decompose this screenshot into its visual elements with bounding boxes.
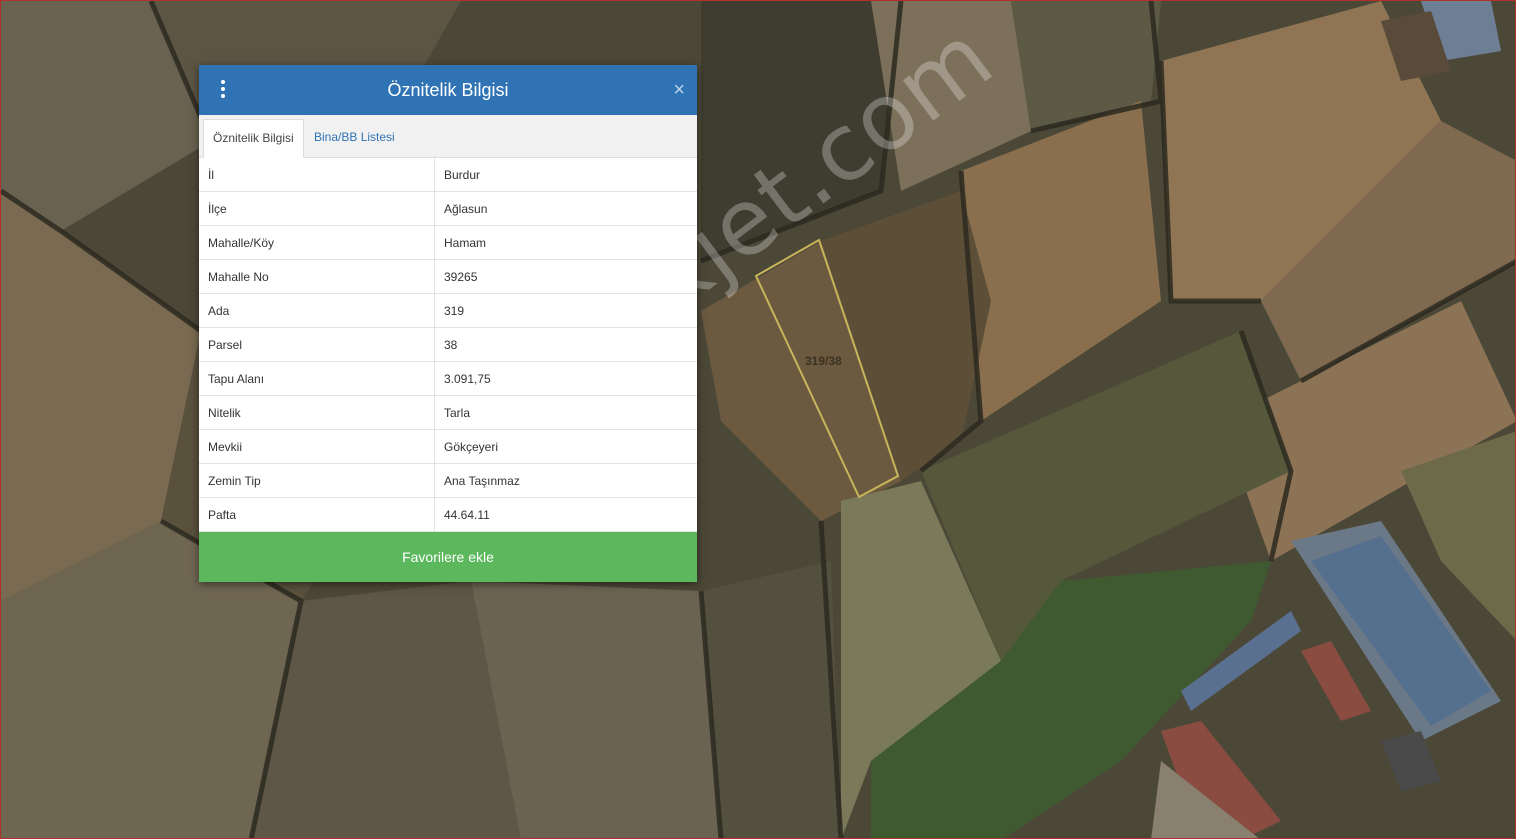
tab-building-list[interactable]: Bina/BB Listesi <box>305 119 404 156</box>
table-row: İl Burdur <box>199 158 697 192</box>
parcel-label: 319/38 <box>805 354 842 368</box>
row-key: Nitelik <box>199 395 435 430</box>
attribute-table: İl Burdur İlçe Ağlasun Mahalle/Köy Hamam Ma… <box>199 158 697 532</box>
close-icon[interactable]: × <box>673 78 685 102</box>
row-key: Tapu Alanı <box>199 361 435 396</box>
tab-bar: Öznitelik Bilgisi Bina/BB Listesi <box>199 115 697 158</box>
row-value: Gökçeyeri <box>434 429 697 464</box>
table-row: Mahalle/Köy Hamam <box>199 225 697 260</box>
row-key: Mahalle No <box>199 259 435 294</box>
row-key: Mevkii <box>199 429 435 464</box>
row-value: 319 <box>434 293 697 328</box>
table-row: İlçe Ağlasun <box>199 191 697 226</box>
row-value: Ağlasun <box>434 191 697 226</box>
row-key: İl <box>199 158 435 192</box>
add-to-favorites-button[interactable]: Favorilere ekle <box>199 532 697 582</box>
row-key: Ada <box>199 293 435 328</box>
attribute-info-panel: Öznitelik Bilgisi × Öznitelik Bilgisi Bi… <box>199 65 697 582</box>
row-value: 44.64.11 <box>434 497 697 532</box>
table-row: Mevkii Gökçeyeri <box>199 429 697 464</box>
row-value: 38 <box>434 327 697 362</box>
table-row: Nitelik Tarla <box>199 395 697 430</box>
row-value: Burdur <box>434 158 697 192</box>
panel-header: Öznitelik Bilgisi × <box>199 65 697 115</box>
row-value: Hamam <box>434 225 697 260</box>
row-value: 3.091,75 <box>434 361 697 396</box>
table-row: Tapu Alanı 3.091,75 <box>199 361 697 396</box>
tab-attribute-info[interactable]: Öznitelik Bilgisi <box>203 119 304 158</box>
row-value: 39265 <box>434 259 697 294</box>
table-row: Ada 319 <box>199 293 697 328</box>
table-row: Zemin Tip Ana Taşınmaz <box>199 463 697 498</box>
row-key: Pafta <box>199 497 435 532</box>
row-key: İlçe <box>199 191 435 226</box>
row-key: Parsel <box>199 327 435 362</box>
row-value: Ana Taşınmaz <box>434 463 697 498</box>
table-row: Parsel 38 <box>199 327 697 362</box>
table-row: Mahalle No 39265 <box>199 259 697 294</box>
panel-title: Öznitelik Bilgisi <box>387 80 509 100</box>
row-key: Mahalle/Köy <box>199 225 435 260</box>
row-key: Zemin Tip <box>199 463 435 498</box>
row-value: Tarla <box>434 395 697 430</box>
table-row: Pafta 44.64.11 <box>199 497 697 532</box>
